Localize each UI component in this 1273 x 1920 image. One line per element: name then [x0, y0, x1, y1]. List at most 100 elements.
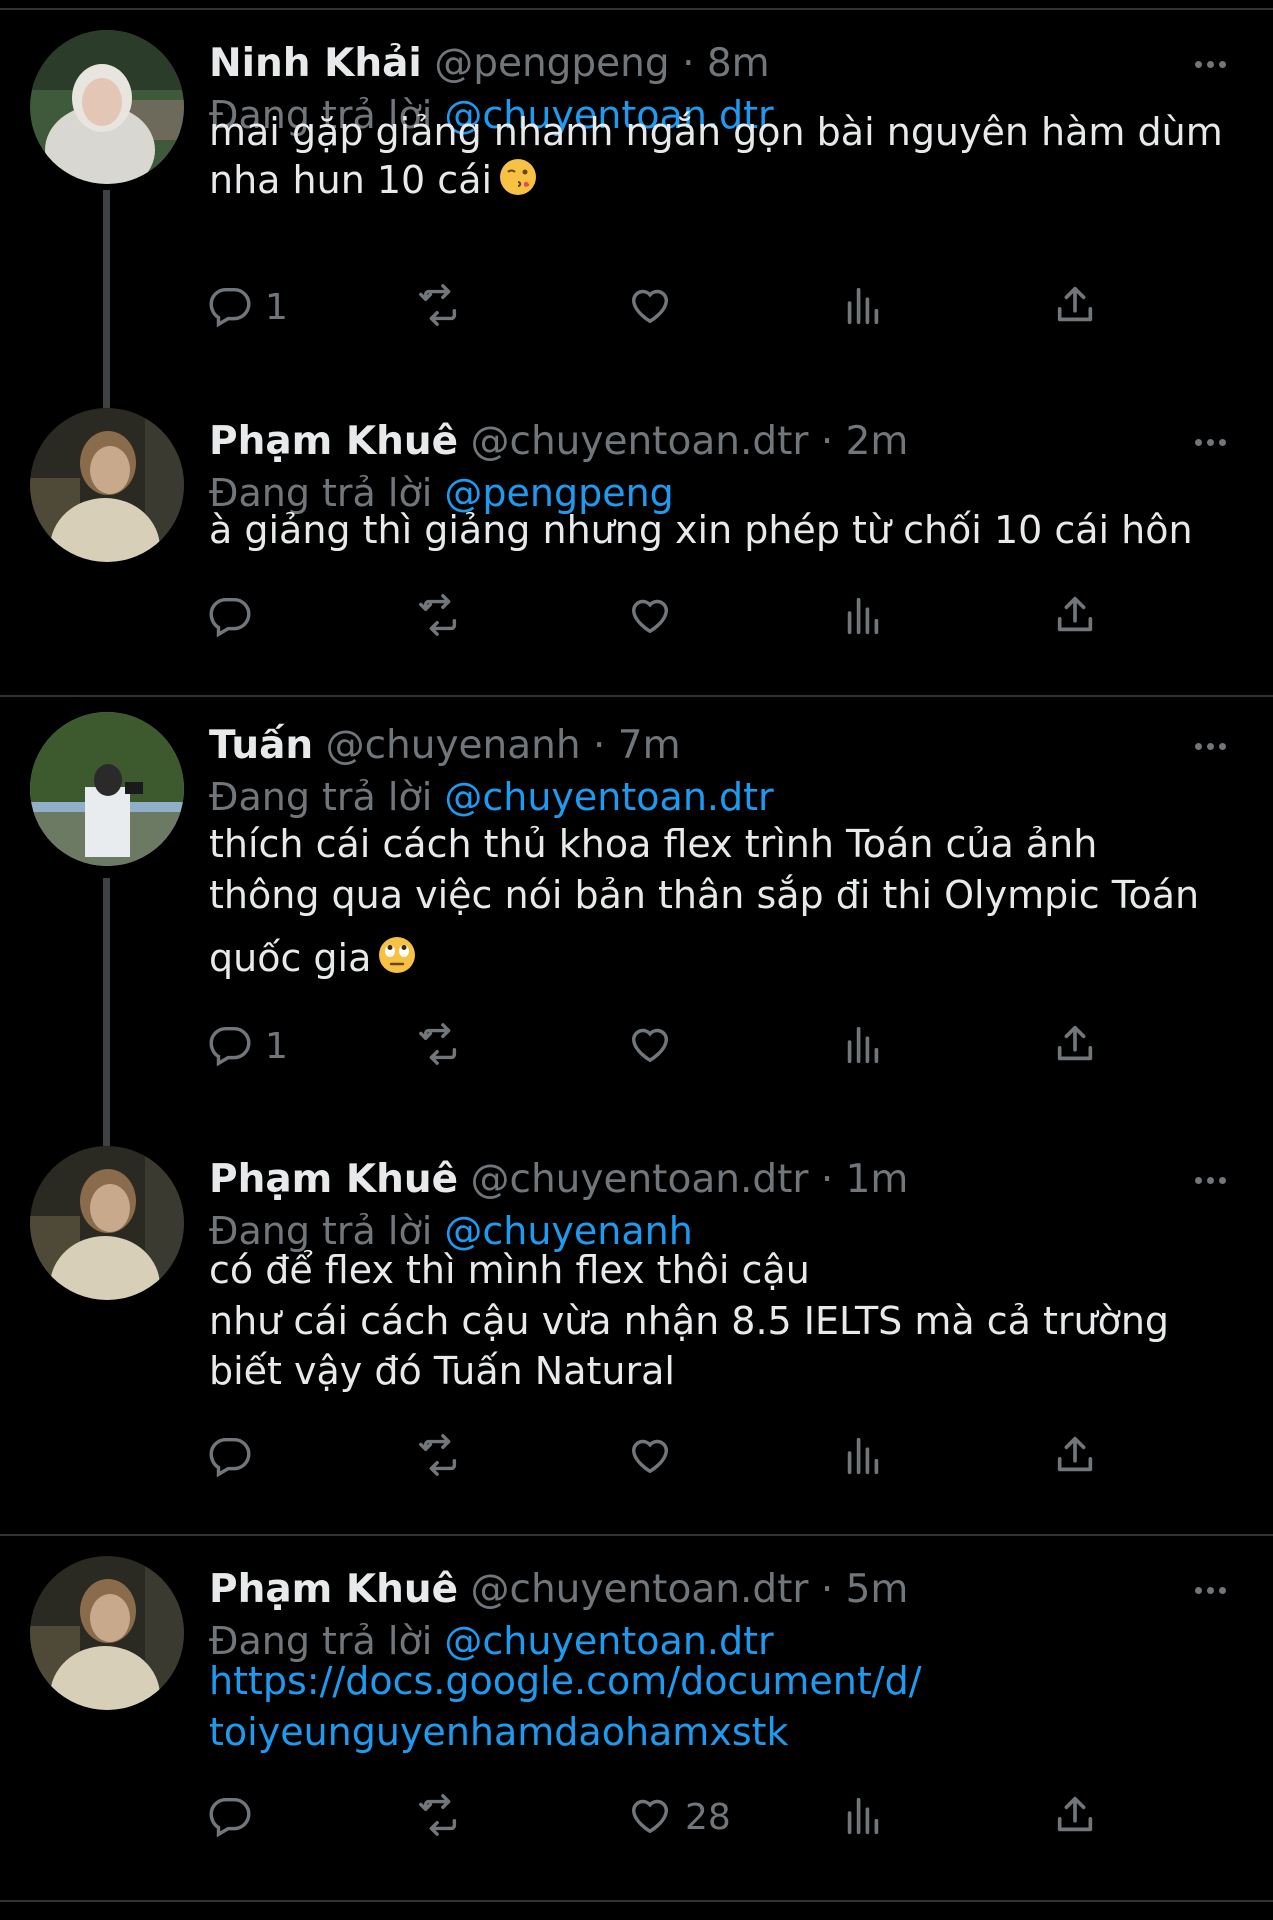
like-count: 28	[685, 1796, 731, 1838]
views-icon	[840, 592, 886, 642]
divider	[0, 1534, 1273, 1536]
like-button[interactable]: 28	[627, 1787, 731, 1847]
author-handle[interactable]: @chuyentoan.dtr	[471, 1157, 809, 1202]
tweet-text: có để flex thì mình flex thôi cậu	[209, 1245, 1249, 1295]
avatar-ninh-khai-image	[30, 30, 184, 184]
tweet-text-span: à giảng thì giảng nhưng xin phép từ chối…	[209, 508, 1193, 552]
views-button[interactable]	[840, 1016, 886, 1076]
timestamp[interactable]: · 1m	[821, 1157, 909, 1202]
avatar[interactable]	[30, 712, 184, 866]
tweet-text-line: à giảng thì giảng nhưng xin phép từ chối…	[209, 505, 1249, 555]
share-button[interactable]	[1052, 277, 1098, 337]
views-button[interactable]	[840, 277, 886, 337]
more-icon[interactable]	[1170, 417, 1250, 467]
reply-button[interactable]: 1	[207, 277, 288, 337]
views-icon	[840, 282, 886, 332]
tweet-text: biết vậy đó Tuấn Natural	[209, 1346, 1249, 1396]
tweet-text-span[interactable]: toiyeunguyenhamdaohamxstk	[209, 1710, 789, 1754]
share-button[interactable]	[1052, 1016, 1098, 1076]
reply-icon	[207, 1021, 253, 1071]
more-icon[interactable]	[1170, 721, 1250, 771]
avatar[interactable]	[30, 1556, 184, 1710]
tweet-text-span: biết vậy đó Tuấn Natural	[209, 1349, 675, 1393]
reply-button[interactable]: 1	[207, 1016, 288, 1076]
reply-button[interactable]	[207, 1787, 253, 1847]
author-name[interactable]: Ninh Khải	[209, 41, 422, 86]
more-icon[interactable]	[1170, 1155, 1250, 1205]
timestamp[interactable]: · 2m	[821, 419, 909, 464]
tweet-text: thông qua việc nói bản thân sắp đi thi O…	[209, 870, 1249, 920]
reply-count: 1	[265, 1025, 288, 1067]
tweet-header: Phạm Khuê @chuyentoan.dtr · 1m	[209, 1155, 908, 1205]
like-button[interactable]	[627, 1016, 673, 1076]
avatar[interactable]	[30, 408, 184, 562]
avatar-tuan-image	[30, 712, 184, 866]
like-button[interactable]	[627, 587, 673, 647]
avatar-pham-khue-image	[30, 1146, 184, 1300]
like-icon	[627, 1021, 673, 1071]
retweet-button[interactable]	[417, 587, 463, 647]
views-button[interactable]	[840, 1427, 886, 1487]
author-handle[interactable]: @chuyentoan.dtr	[471, 419, 809, 464]
avatar[interactable]	[30, 1146, 184, 1300]
tweet-text-span: như cái cách cậu vừa nhận 8.5 IELTS mà c…	[209, 1299, 1170, 1343]
like-icon	[627, 592, 673, 642]
tweet-actions	[209, 1427, 1249, 1487]
timestamp[interactable]: · 7m	[593, 723, 681, 768]
tweet-text: quốc gia	[209, 933, 1249, 983]
divider	[0, 8, 1273, 10]
more-icon[interactable]	[1170, 39, 1250, 89]
avatar[interactable]	[30, 30, 184, 184]
tweet-text-span: thích cái cách thủ khoa flex trình Toán …	[209, 822, 1098, 866]
tweet-text-line: quốc gia	[209, 933, 1249, 983]
replying-to-handle[interactable]: @chuyentoan.dtr	[444, 775, 773, 819]
views-button[interactable]	[840, 587, 886, 647]
author-handle[interactable]: @chuyentoan.dtr	[471, 1567, 809, 1612]
author-name[interactable]: Tuấn	[209, 723, 313, 768]
views-icon	[840, 1792, 886, 1842]
reply-button[interactable]	[207, 1427, 253, 1487]
author-handle[interactable]: @pengpeng	[434, 41, 669, 86]
tweet-link[interactable]: toiyeunguyenhamdaohamxstk	[209, 1707, 1249, 1757]
timestamp[interactable]: · 8m	[682, 41, 770, 86]
tweet-header: Phạm Khuê @chuyentoan.dtr · 2m	[209, 417, 908, 467]
share-button[interactable]	[1052, 1787, 1098, 1847]
more-icon[interactable]	[1170, 1565, 1250, 1615]
share-button[interactable]	[1052, 1427, 1098, 1487]
tweet-actions: 28	[209, 1787, 1249, 1847]
author-name[interactable]: Phạm Khuê	[209, 1567, 458, 1612]
tweet-actions	[209, 587, 1249, 647]
share-button[interactable]	[1052, 587, 1098, 647]
retweet-button[interactable]	[417, 1016, 463, 1076]
tweet-text-line: biết vậy đó Tuấn Natural	[209, 1346, 1249, 1396]
tweet-header: Tuấn @chuyenanh · 7m	[209, 721, 681, 771]
like-button[interactable]	[627, 277, 673, 337]
tweet-text-line[interactable]: https://docs.google.com/document/d/	[209, 1656, 1249, 1706]
timestamp[interactable]: · 5m	[821, 1567, 909, 1612]
replying-to-label: Đang trả lời	[209, 775, 433, 819]
tweet-text-line: thích cái cách thủ khoa flex trình Toán …	[209, 819, 1249, 869]
retweet-button[interactable]	[417, 1787, 463, 1847]
like-button[interactable]	[627, 1427, 673, 1487]
tweet-text: nha hun 10 cái	[209, 155, 1249, 205]
retweet-icon	[417, 1432, 463, 1482]
views-button[interactable]	[840, 1787, 886, 1847]
tweet-text: như cái cách cậu vừa nhận 8.5 IELTS mà c…	[209, 1296, 1249, 1346]
tweet-actions: 1	[209, 277, 1249, 337]
author-name[interactable]: Phạm Khuê	[209, 1157, 458, 1202]
tweet-text-span[interactable]: https://docs.google.com/document/d/	[209, 1659, 922, 1703]
retweet-icon	[417, 592, 463, 642]
retweet-icon	[417, 282, 463, 332]
kissing-face-emoji	[498, 157, 538, 209]
reply-button[interactable]	[207, 587, 253, 647]
tweet-text-line: nha hun 10 cái	[209, 155, 1249, 205]
tweet-text-line[interactable]: toiyeunguyenhamdaohamxstk	[209, 1707, 1249, 1757]
tweet-text: à giảng thì giảng nhưng xin phép từ chối…	[209, 505, 1249, 555]
author-name[interactable]: Phạm Khuê	[209, 419, 458, 464]
retweet-button[interactable]	[417, 1427, 463, 1487]
retweet-button[interactable]	[417, 277, 463, 337]
tweet-text-span: có để flex thì mình flex thôi cậu	[209, 1248, 810, 1292]
tweet-link[interactable]: https://docs.google.com/document/d/	[209, 1656, 1249, 1706]
author-handle[interactable]: @chuyenanh	[326, 723, 581, 768]
rolling-eyes-emoji	[377, 935, 417, 987]
